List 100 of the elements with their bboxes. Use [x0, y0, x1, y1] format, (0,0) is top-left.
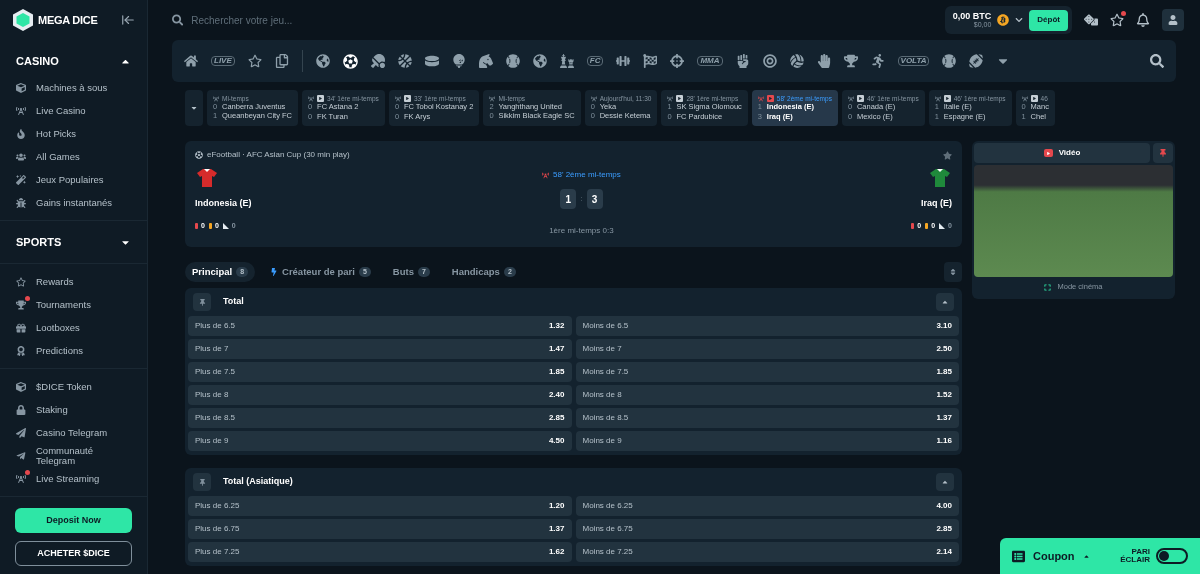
- search-icon[interactable]: [1150, 54, 1164, 68]
- sidebar-item[interactable]: All Games: [0, 145, 147, 168]
- sidebar-item[interactable]: Jeux Populaires: [0, 168, 147, 191]
- strip-toggle[interactable]: [185, 90, 203, 126]
- sidebar-item[interactable]: Live Casino: [0, 99, 147, 122]
- american-football-icon[interactable]: [969, 54, 984, 68]
- star-icon[interactable]: [247, 54, 262, 68]
- documents-icon[interactable]: [274, 54, 289, 68]
- odds-button[interactable]: Plus de 7 1.47: [188, 339, 572, 359]
- search-icon: [172, 14, 184, 26]
- video-tab[interactable]: Vidéo: [974, 143, 1150, 163]
- hand-icon[interactable]: [816, 54, 831, 68]
- cube-icon: [16, 82, 26, 93]
- paper-plane-icon: [16, 450, 26, 461]
- odds-button[interactable]: Plus de 7.25 1.62: [188, 542, 572, 562]
- globe-icon[interactable]: [315, 54, 330, 68]
- pin-icon: [198, 478, 206, 486]
- section-header[interactable]: CASINO: [0, 46, 147, 76]
- odds-button[interactable]: Moins de 6.75 2.85: [575, 519, 959, 539]
- odds-button[interactable]: Moins de 6.5 3.10: [575, 316, 959, 336]
- runner-icon[interactable]: [870, 54, 885, 68]
- paper-plane-icon: [16, 427, 26, 438]
- odds-button[interactable]: Moins de 8 1.52: [575, 385, 959, 405]
- score-separator: :: [580, 193, 583, 205]
- odds-button[interactable]: Plus de 6.75 1.37: [188, 519, 572, 539]
- sidebar-item[interactable]: Staking: [0, 398, 147, 421]
- broadcast-icon: [847, 95, 854, 102]
- dumbbell-icon[interactable]: [616, 54, 631, 68]
- pin-button[interactable]: [193, 293, 211, 311]
- league-name: eFootball · AFC Asian Cup (30 min play): [207, 149, 350, 161]
- sport-tab[interactable]: MMA: [697, 56, 723, 66]
- dice-icon[interactable]: [1084, 13, 1098, 27]
- sidebar-item[interactable]: Tournaments: [0, 293, 147, 316]
- chess-piece-icon[interactable]: [559, 54, 574, 68]
- deposit-button[interactable]: Dépôt: [1029, 9, 1068, 31]
- caret-icon: [941, 478, 949, 486]
- sidebar-item[interactable]: Rewards: [0, 270, 147, 293]
- odds-button[interactable]: Plus de 6.5 1.32: [188, 316, 572, 336]
- bitcoin-icon: [997, 14, 1010, 26]
- basketball-icon[interactable]: [397, 54, 412, 68]
- sidebar-item[interactable]: Lootboxes: [0, 316, 147, 339]
- section-header[interactable]: SPORTS: [0, 227, 147, 257]
- sport-tab[interactable]: VOLTA: [897, 56, 930, 66]
- lock-icon: [16, 404, 26, 415]
- odds-button[interactable]: Moins de 6.25 4.00: [575, 496, 959, 516]
- sport-tab[interactable]: FC: [586, 56, 604, 66]
- bell-icon[interactable]: [1136, 13, 1150, 27]
- broadcast-icon: [16, 105, 26, 116]
- chevron-icon[interactable]: [1015, 16, 1024, 24]
- profile-button[interactable]: [1162, 9, 1184, 31]
- odds-button[interactable]: Plus de 7.5 1.85: [188, 362, 572, 382]
- sidebar-item[interactable]: Hot Picks: [0, 122, 147, 145]
- broadcast-icon: [542, 171, 549, 179]
- target-icon[interactable]: [762, 54, 777, 68]
- odds-button[interactable]: Plus de 8 2.40: [188, 385, 572, 405]
- odds-button[interactable]: Moins de 9 1.16: [575, 431, 959, 451]
- sidebar-item[interactable]: Communauté Telegram: [0, 444, 147, 467]
- sidebar-item[interactable]: Casino Telegram: [0, 421, 147, 444]
- pin-button[interactable]: [1153, 143, 1173, 163]
- odds-button[interactable]: Plus de 6.25 1.20: [188, 496, 572, 516]
- volleyball-icon[interactable]: [789, 54, 804, 68]
- sidebar-item[interactable]: $DICE Token: [0, 375, 147, 398]
- sidebar-item[interactable]: Live Streaming: [0, 467, 147, 490]
- market-title: Total (Asiatique): [223, 475, 293, 489]
- collapse-button[interactable]: [936, 293, 954, 311]
- fist-icon[interactable]: [735, 54, 750, 68]
- sidebar-item[interactable]: Machines à sous: [0, 76, 147, 99]
- deposit-button[interactable]: Deposit Now: [15, 508, 132, 533]
- collapse-button[interactable]: [936, 473, 954, 491]
- odds-button[interactable]: Moins de 7.25 2.14: [575, 542, 959, 562]
- star-icon: [16, 276, 26, 287]
- pin-icon: [1159, 149, 1167, 157]
- odds-button[interactable]: Moins de 8.5 1.37: [575, 408, 959, 428]
- sidebar-item[interactable]: Gains instantanés: [0, 191, 147, 214]
- paddle-icon[interactable]: [370, 54, 385, 68]
- sidebar-item[interactable]: Predictions: [0, 339, 147, 362]
- pin-button[interactable]: [193, 473, 211, 491]
- house-icon[interactable]: [184, 54, 198, 68]
- odds-button[interactable]: Moins de 7.5 1.85: [575, 362, 959, 382]
- coupon-bar[interactable]: Coupon PARI ÉCLAIR: [1000, 538, 1200, 574]
- flame-icon: [16, 128, 26, 139]
- star-icon[interactable]: [1110, 13, 1124, 27]
- puck-icon[interactable]: [424, 54, 439, 68]
- buy-button[interactable]: ACHETER $DICE: [15, 541, 132, 566]
- sport-tab[interactable]: LIVE: [211, 56, 235, 66]
- baseball-icon[interactable]: [942, 54, 957, 68]
- star-icon[interactable]: [943, 150, 952, 160]
- horse-head-icon[interactable]: [478, 54, 493, 68]
- play-icon: [1043, 149, 1053, 157]
- odds-button[interactable]: Plus de 9 4.50: [188, 431, 572, 451]
- crosshair-icon[interactable]: [670, 54, 685, 68]
- checkered-flag-icon[interactable]: [643, 54, 658, 68]
- collapse-icon[interactable]: [121, 13, 135, 27]
- odds-button[interactable]: Moins de 7 2.50: [575, 339, 959, 359]
- trophy-icon[interactable]: [843, 54, 858, 68]
- collapse-all-button[interactable]: [944, 262, 962, 282]
- globe-icon[interactable]: [532, 54, 547, 68]
- odds-button[interactable]: Plus de 8.5 2.85: [188, 408, 572, 428]
- baseball-icon[interactable]: [505, 54, 520, 68]
- quick-bet-toggle[interactable]: [1156, 548, 1188, 564]
